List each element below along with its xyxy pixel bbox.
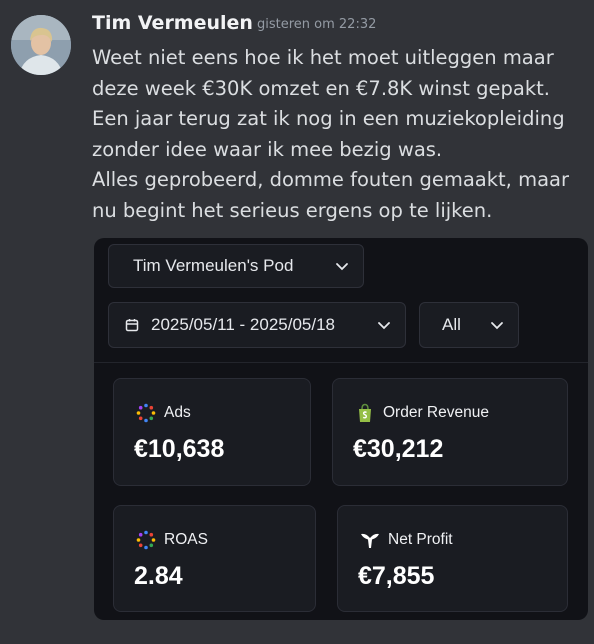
metric-value: €7,855 [358,562,435,590]
divider [94,362,588,363]
dashboard-screenshot: Tim Vermeulen's Pod 2025/05/11 - 2025/05… [94,238,588,620]
chevron-down-icon [336,263,348,271]
metric-label-row: Order Revenue [355,403,489,423]
calendar-icon [125,319,139,332]
shopify-bag-icon [359,403,371,422]
message-line: Een jaar terug zat ik nog in een muzieko… [92,107,565,131]
ads-dots-icon [136,530,156,550]
date-range-select[interactable]: 2025/05/11 - 2025/05/18 [108,302,406,348]
message-line: Alles geprobeerd, domme fouten gemaakt, … [92,168,569,192]
metric-card-roas[interactable]: ROAS 2.84 [113,505,316,612]
metric-label-row: ROAS [136,530,208,550]
metric-label-row: Net Profit [360,530,453,550]
triple-whale-icon [361,533,379,548]
metric-label: Net Profit [388,531,453,548]
metric-label: ROAS [164,531,208,548]
filter-select[interactable]: All [419,302,519,348]
metric-label-row: Ads [136,403,191,423]
metric-card-net-profit[interactable]: Net Profit €7,855 [337,505,568,612]
author-name[interactable]: Tim Vermeulen [92,12,253,34]
metric-card-ads[interactable]: Ads €10,638 [113,378,311,486]
message-line: Weet niet eens hoe ik het moet uitleggen… [92,46,554,69]
author-avatar[interactable] [11,15,71,75]
chevron-down-icon [491,322,503,330]
message-body: Weet niet eens hoe ik het moet uitleggen… [92,43,592,227]
metric-value: €10,638 [134,435,225,463]
metric-card-order-revenue[interactable]: Order Revenue €30,212 [332,378,568,486]
message-line: deze week €30K omzet en €7.8K winst gepa… [92,76,550,100]
date-range-label: 2025/05/11 - 2025/05/18 [151,315,336,334]
pod-select[interactable]: Tim Vermeulen's Pod [108,244,364,288]
pod-select-label: Tim Vermeulen's Pod [133,256,294,275]
message-line: nu begint het serieus ergens op te lijke… [92,198,493,222]
metric-value: €30,212 [353,435,444,463]
message-timestamp: gisteren om 22:32 [257,17,377,32]
metric-label: Order Revenue [383,404,489,421]
filter-label: All [442,315,461,334]
ads-dots-icon [136,403,156,423]
chevron-down-icon [378,322,390,330]
metric-value: 2.84 [134,562,183,590]
message-line: zonder idee waar ik mee bezig was. [92,137,443,161]
metric-label: Ads [164,404,191,421]
